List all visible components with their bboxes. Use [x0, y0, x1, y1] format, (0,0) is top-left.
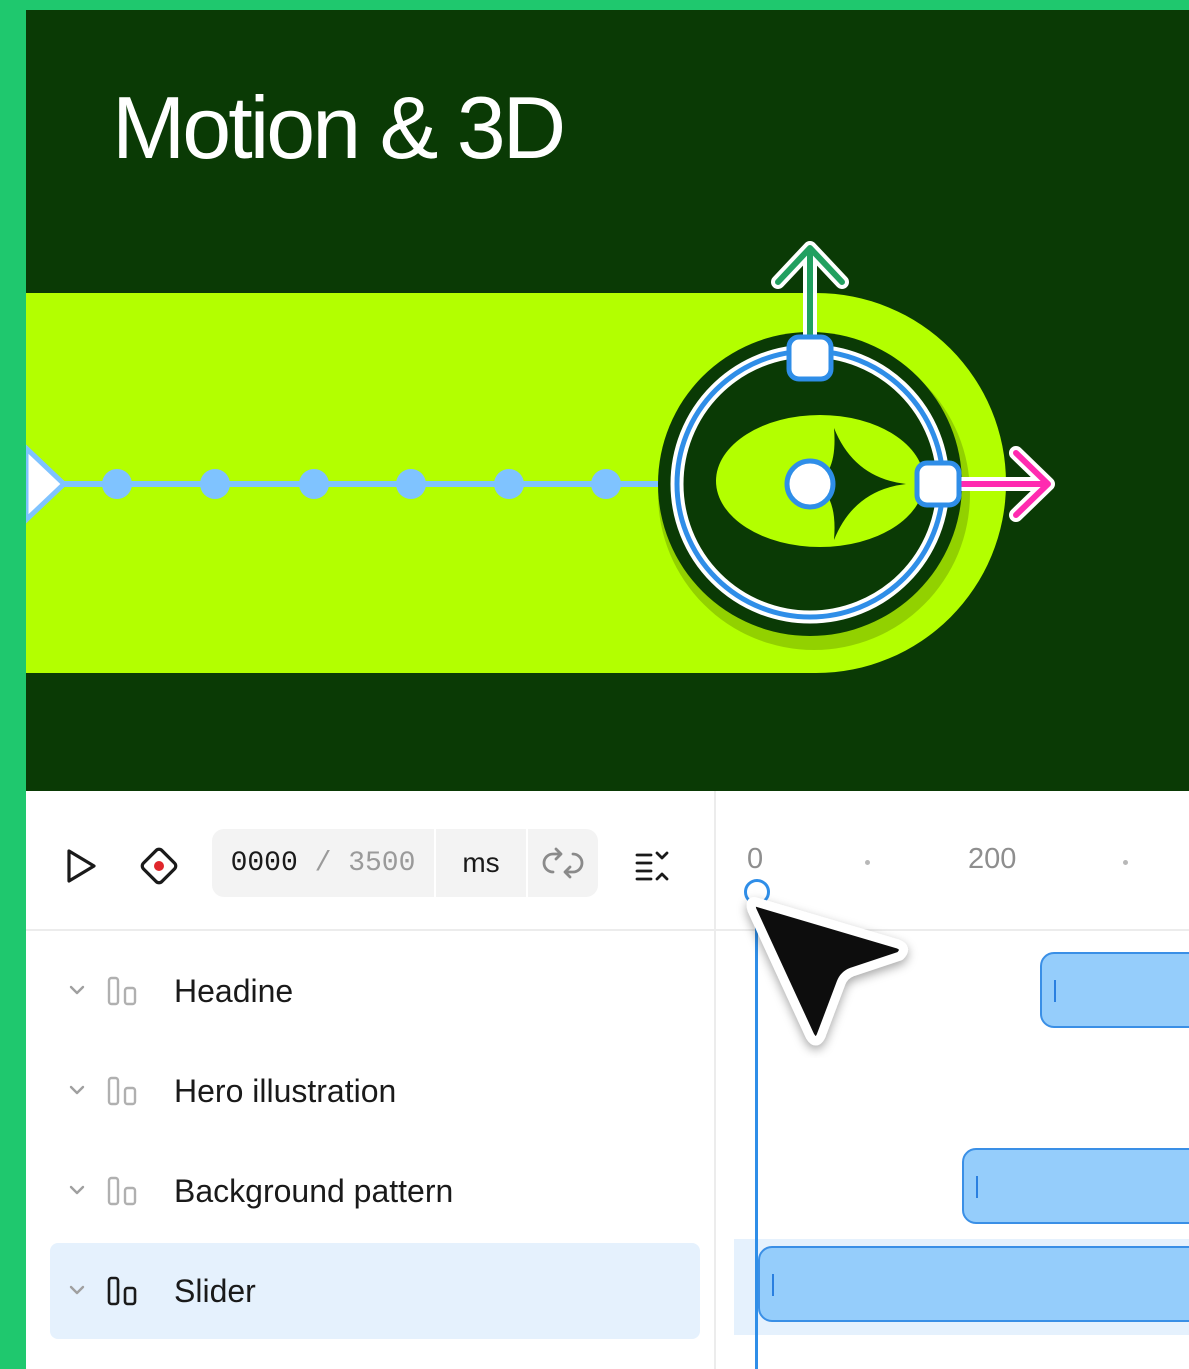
loop-button[interactable]: [526, 829, 598, 897]
time-total: 3500: [348, 847, 416, 879]
toolbar-divider: [26, 929, 714, 931]
ruler-tick-dot: [1123, 860, 1128, 865]
clip-start-handle[interactable]: [976, 1176, 978, 1198]
layer-name: Headine: [174, 973, 294, 1009]
layer-name: Hero illustration: [174, 1073, 397, 1109]
record-keyframe-button[interactable]: [134, 841, 184, 891]
path-keyframe[interactable]: [200, 469, 230, 499]
play-icon: [67, 849, 96, 883]
path-keyframe[interactable]: [299, 469, 329, 499]
top-scale-handle[interactable]: [786, 334, 834, 382]
time-display[interactable]: 0000 / 3500: [212, 829, 434, 897]
clip-start-handle[interactable]: [1054, 980, 1056, 1002]
path-keyframe[interactable]: [494, 469, 524, 499]
timeline-panel: 0000 / 3500 ms Headine Hero illustration…: [26, 791, 1189, 1369]
path-keyframe[interactable]: [102, 469, 132, 499]
layer-row-background-pattern[interactable]: Background pattern: [50, 1143, 700, 1239]
animation-clip-slider[interactable]: [758, 1246, 1189, 1322]
layer-icon: [107, 976, 137, 1006]
path-keyframe[interactable]: [396, 469, 426, 499]
chevron-down-icon[interactable]: [66, 979, 88, 1001]
loop-icon: [542, 847, 584, 879]
chevron-down-icon[interactable]: [66, 1179, 88, 1201]
right-scale-handle[interactable]: [914, 460, 962, 508]
slider-scene: [26, 241, 1055, 673]
play-button[interactable]: [58, 843, 104, 889]
ruler-tick-label: 0: [747, 843, 764, 875]
ruler-tick-dot: [865, 860, 870, 865]
ruler-tick-label: 200: [968, 843, 1017, 875]
mouse-pointer-icon: [746, 897, 908, 1046]
layer-icon: [107, 1176, 137, 1206]
time-separator: /: [297, 847, 349, 879]
animation-clip-background-pattern[interactable]: [962, 1148, 1189, 1224]
path-keyframe[interactable]: [591, 469, 621, 499]
layer-row-headine[interactable]: Headine: [50, 943, 700, 1039]
timeline-toolbar: 0000 / 3500 ms: [26, 791, 714, 929]
time-unit-selector[interactable]: ms: [434, 829, 526, 897]
layer-name: Slider: [174, 1273, 256, 1309]
chevron-down-icon[interactable]: [66, 1279, 88, 1301]
clip-start-handle[interactable]: [772, 1274, 774, 1296]
layer-icon: [107, 1076, 137, 1106]
sort-button[interactable]: [630, 843, 676, 889]
layer-name: Background pattern: [174, 1173, 454, 1209]
layer-row-slider[interactable]: Slider: [50, 1243, 700, 1339]
layers-pane: 0000 / 3500 ms Headine Hero illustration…: [26, 791, 714, 1369]
layer-icon: [107, 1276, 137, 1306]
record-keyframe-icon: [140, 847, 178, 885]
sort-icon: [635, 851, 669, 881]
pivot-point[interactable]: [784, 458, 836, 510]
time-control-group: 0000 / 3500 ms: [212, 829, 598, 897]
time-current: 0000: [230, 847, 298, 879]
animation-clip-headine[interactable]: [1040, 952, 1189, 1028]
preview-canvas[interactable]: Motion & 3D: [26, 10, 1189, 791]
layer-row-hero-illustration[interactable]: Hero illustration: [50, 1043, 700, 1139]
chevron-down-icon[interactable]: [66, 1079, 88, 1101]
